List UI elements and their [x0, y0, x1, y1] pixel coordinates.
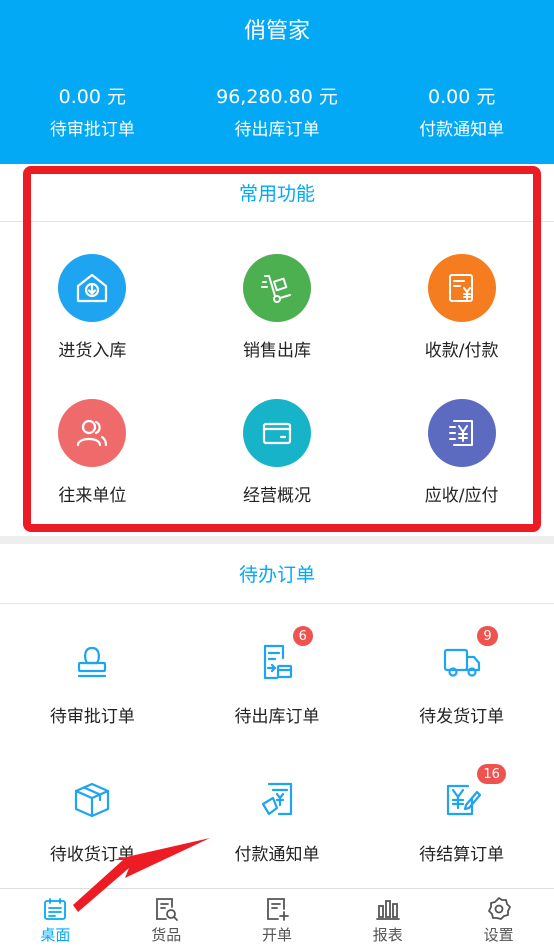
func-receivable-payable[interactable]: 应收/应付 — [369, 399, 554, 506]
stats-bar: 0.00 元 待审批订单 96,280.80 元 待出库订单 0.00 元 付款… — [0, 58, 554, 164]
stat-pending-outbound[interactable]: 96,280.80 元 待出库订单 — [185, 58, 370, 164]
tab-desktop[interactable]: 桌面 — [0, 889, 111, 951]
tab-reports[interactable]: 报表 — [332, 889, 443, 951]
yen-edit-icon — [438, 776, 486, 824]
tab-create-order[interactable]: 开单 — [222, 889, 333, 951]
todo-pending-settlement[interactable]: 待结算订单 16 — [369, 742, 554, 880]
stamp-icon — [68, 638, 116, 686]
todo-label: 待出库订单 — [234, 707, 320, 727]
func-label: 进货入库 — [58, 341, 127, 361]
hand-truck-icon — [242, 254, 311, 322]
inbox-download-icon — [58, 254, 127, 322]
func-sales-out[interactable]: 销售出库 — [185, 254, 370, 361]
stat-payment-notice[interactable]: 0.00 元 付款通知单 — [369, 58, 554, 164]
gear-icon — [487, 896, 511, 920]
todo-label: 待发货订单 — [419, 707, 505, 727]
tab-label: 货品 — [151, 925, 182, 944]
func-receipt-payment[interactable]: 收款/付款 — [369, 254, 554, 361]
func-label: 经营概况 — [242, 486, 311, 506]
func-partners[interactable]: 往来单位 — [0, 399, 185, 506]
todo-orders-card: 待办订单 待审批订单 待出库订单 6 待发货订单 9 待收货订单 付款通知单 待… — [0, 544, 554, 888]
invoice-yen-icon — [427, 254, 496, 322]
users-icon — [58, 399, 127, 467]
delivery-truck-icon — [438, 638, 486, 686]
stat-label: 待出库订单 — [234, 120, 320, 140]
stat-pending-approval[interactable]: 0.00 元 待审批订单 — [0, 58, 185, 164]
doc-search-icon — [156, 897, 179, 921]
todo-label: 待审批订单 — [49, 707, 135, 727]
stat-value: 0.00 元 — [428, 86, 496, 108]
doc-add-icon — [267, 897, 289, 921]
todo-orders-title: 待办订单 — [0, 544, 554, 604]
tab-label: 设置 — [483, 925, 514, 944]
payment-notice-icon — [253, 776, 301, 824]
stat-label: 待审批订单 — [49, 120, 135, 140]
todo-pending-receipt[interactable]: 待收货订单 — [0, 742, 185, 880]
tab-label: 桌面 — [40, 925, 71, 944]
document-export-icon — [253, 638, 301, 686]
todo-pending-approval[interactable]: 待审批订单 — [0, 604, 185, 742]
todo-pending-shipment[interactable]: 待发货订单 9 — [369, 604, 554, 742]
package-box-icon — [68, 776, 116, 824]
wallet-card-icon — [242, 399, 311, 467]
common-functions-title: 常用功能 — [0, 164, 554, 222]
todo-label: 待结算订单 — [419, 845, 505, 865]
common-functions-card: 常用功能 进货入库 销售出库 收款/付款 往来单位 经营概况 应收/应付 — [0, 164, 554, 536]
tab-settings[interactable]: 设置 — [443, 889, 554, 951]
app-header: 俏管家 — [0, 0, 554, 58]
todo-payment-notice[interactable]: 付款通知单 — [185, 742, 370, 880]
app-title: 俏管家 — [243, 19, 310, 44]
func-business-overview[interactable]: 经营概况 — [185, 399, 370, 506]
func-label: 收款/付款 — [424, 341, 499, 361]
todo-label: 待收货订单 — [49, 845, 135, 865]
func-label: 应收/应付 — [424, 486, 499, 506]
tab-label: 开单 — [261, 925, 292, 944]
func-label: 往来单位 — [58, 486, 127, 506]
bottom-tab-bar: 桌面 货品 开单 报表 设置 — [0, 888, 554, 951]
func-purchase-in[interactable]: 进货入库 — [0, 254, 185, 361]
func-label: 销售出库 — [242, 341, 311, 361]
stat-value: 96,280.80 元 — [216, 86, 338, 108]
stat-value: 0.00 元 — [58, 86, 127, 108]
todo-label: 付款通知单 — [234, 845, 320, 865]
bar-chart-icon — [375, 899, 400, 920]
yen-bill-icon — [427, 399, 496, 467]
stat-label: 付款通知单 — [419, 120, 505, 140]
calendar-icon — [44, 897, 67, 920]
tab-label: 报表 — [372, 925, 403, 944]
tab-goods[interactable]: 货品 — [111, 889, 222, 951]
count-badge: 6 — [292, 626, 313, 646]
todo-pending-outbound[interactable]: 待出库订单 6 — [185, 604, 370, 742]
count-badge: 16 — [477, 764, 506, 784]
count-badge: 9 — [477, 626, 498, 646]
